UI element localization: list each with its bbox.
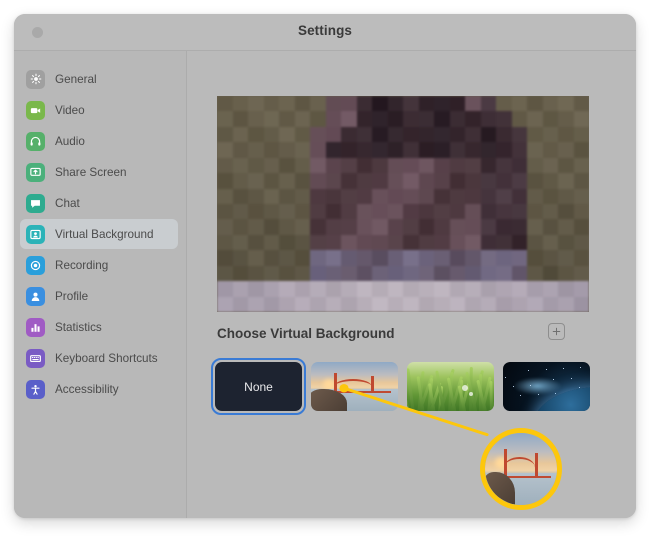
sidebar-item-label: Chat (55, 196, 80, 210)
person-icon (26, 286, 45, 306)
sidebar-item-keyboard-shortcuts[interactable]: Keyboard Shortcuts (20, 343, 178, 373)
sidebar-item-recording[interactable]: Recording (20, 250, 178, 280)
video-preview (217, 96, 589, 312)
section-title: Choose Virtual Background (217, 326, 395, 341)
window-title: Settings (297, 23, 353, 38)
sidebar-item-general[interactable]: General (20, 64, 178, 94)
sidebar-item-label: Recording (55, 258, 109, 272)
record-circle-icon (26, 255, 45, 275)
background-thumbnail[interactable] (407, 362, 494, 411)
add-background-button[interactable] (548, 323, 565, 340)
thumbnail-space[interactable] (503, 362, 590, 411)
title-bar: Settings (14, 14, 636, 51)
sidebar-item-label: Accessibility (55, 382, 119, 396)
accessibility-icon (26, 379, 45, 399)
sidebar-item-label: Audio (55, 134, 85, 148)
plus-icon (552, 327, 561, 336)
keyboard-icon (26, 348, 45, 368)
pixelated-video-frame (217, 96, 589, 312)
background-thumbnail[interactable] (311, 362, 398, 411)
selection-ring (211, 358, 306, 415)
sidebar-item-profile[interactable]: Profile (20, 281, 178, 311)
sidebar-item-label: Share Screen (55, 165, 127, 179)
background-thumbnail[interactable]: None (211, 358, 306, 415)
person-frame-icon (26, 224, 45, 244)
content-pane: Choose Virtual Background None I have a (187, 51, 636, 518)
sidebar-item-label: Video (55, 103, 85, 117)
settings-window: Settings General Video Audio Share Screen Ch… (14, 14, 636, 518)
sidebar-item-label: Virtual Background (55, 227, 154, 241)
background-thumbnail[interactable] (503, 362, 590, 411)
gear-icon (26, 69, 45, 89)
bar-chart-icon (26, 317, 45, 337)
magnified-bridge-callout (480, 428, 562, 510)
headphones-icon (26, 131, 45, 151)
sidebar-item-chat[interactable]: Chat (20, 188, 178, 218)
sidebar-item-accessibility[interactable]: Accessibility (20, 374, 178, 404)
sidebar-item-video[interactable]: Video (20, 95, 178, 125)
sidebar-item-virtual-background[interactable]: Virtual Background (20, 219, 178, 249)
chat-bubble-icon (26, 193, 45, 213)
sidebar-item-label: Statistics (55, 320, 102, 334)
sidebar-item-share-screen[interactable]: Share Screen (20, 157, 178, 187)
thumbnail-grass[interactable] (407, 362, 494, 411)
sidebar-item-label: Profile (55, 289, 89, 303)
sidebar-item-audio[interactable]: Audio (20, 126, 178, 156)
camera-icon (26, 100, 45, 120)
upload-screen-icon (26, 162, 45, 182)
settings-sidebar: General Video Audio Share Screen Chat Virtual… (14, 51, 187, 518)
sidebar-item-label: Keyboard Shortcuts (55, 351, 158, 365)
background-thumbnail-row: None (211, 358, 590, 415)
thumbnail-bridge[interactable] (311, 362, 398, 411)
sidebar-item-statistics[interactable]: Statistics (20, 312, 178, 342)
sidebar-item-label: General (55, 72, 97, 86)
